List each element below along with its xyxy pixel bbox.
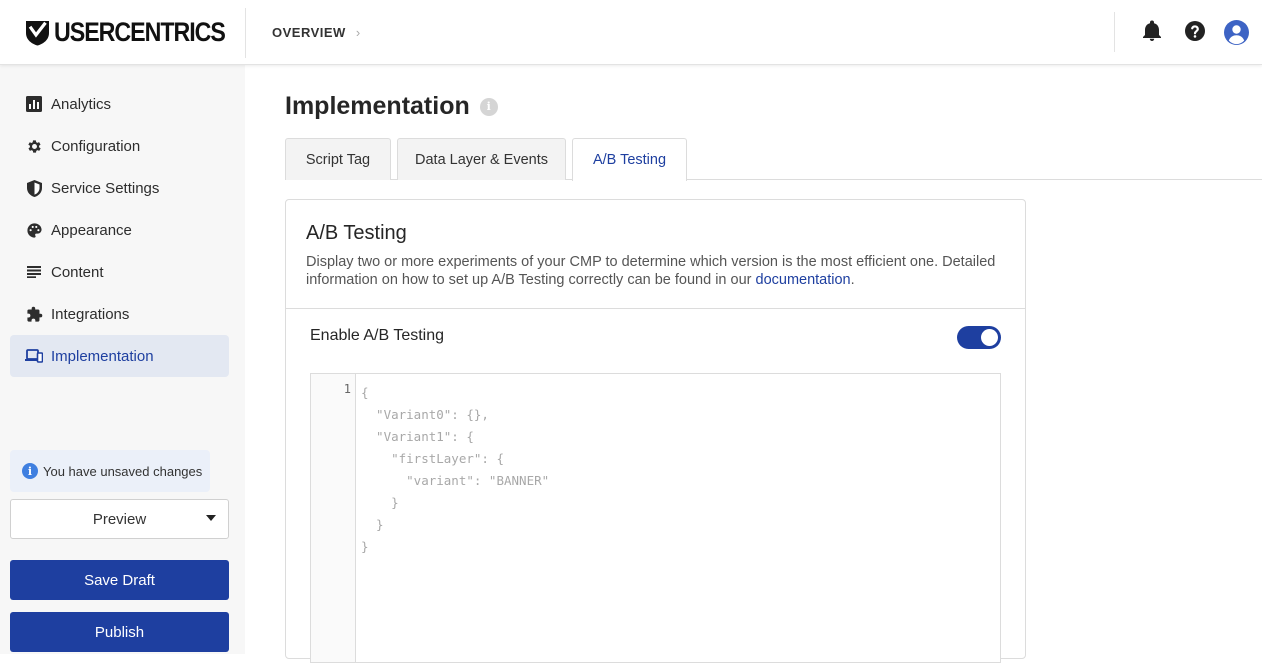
- editor-code[interactable]: { "Variant0": {}, "Variant1": { "firstLa…: [361, 382, 549, 558]
- info-icon[interactable]: i: [479, 97, 498, 116]
- tab-data-layer-events[interactable]: Data Layer & Events: [397, 138, 566, 180]
- info-icon: i: [22, 463, 38, 479]
- enable-ab-testing-toggle[interactable]: [957, 326, 1001, 349]
- divider: [286, 308, 1025, 309]
- bar-chart-icon: [25, 95, 43, 113]
- brand-name: USERCENTRICS: [54, 16, 226, 47]
- page-title: Implementation i: [285, 92, 498, 121]
- sidebar-item-label: Content: [51, 263, 104, 281]
- top-bar: USERCENTRICS OVERVIEW ›: [0, 0, 1262, 65]
- sidebar-item-label: Service Settings: [51, 179, 160, 197]
- divider: [1114, 12, 1115, 52]
- sidebar-item-analytics[interactable]: Analytics: [10, 83, 229, 125]
- devices-icon: [25, 347, 43, 365]
- unsaved-changes-text: You have unsaved changes: [43, 463, 203, 479]
- brand-logo[interactable]: USERCENTRICS: [25, 16, 253, 47]
- sidebar-item-label: Appearance: [51, 221, 132, 239]
- breadcrumb[interactable]: OVERVIEW ›: [272, 25, 361, 40]
- description-suffix: .: [850, 272, 855, 288]
- sidebar-item-service-settings[interactable]: Service Settings: [10, 167, 229, 209]
- sidebar-item-appearance[interactable]: Appearance: [10, 209, 229, 251]
- page-title-text: Implementation: [285, 92, 470, 120]
- puzzle-icon: [25, 305, 43, 323]
- save-draft-button[interactable]: Save Draft: [10, 560, 229, 600]
- user-avatar-icon[interactable]: [1224, 20, 1249, 45]
- help-icon[interactable]: [1183, 19, 1207, 43]
- shield-icon: [25, 179, 43, 197]
- lines-icon: [25, 263, 43, 281]
- breadcrumb-overview[interactable]: OVERVIEW: [272, 25, 346, 40]
- description-text: Display two or more experiments of your …: [306, 254, 996, 288]
- card-description: Display two or more experiments of your …: [306, 253, 1006, 289]
- enable-ab-testing-label: Enable A/B Testing: [310, 327, 445, 344]
- sidebar-item-label: Analytics: [51, 95, 112, 113]
- editor-gutter: 1: [311, 374, 356, 662]
- line-number: 1: [343, 382, 351, 396]
- preview-label: Preview: [92, 510, 147, 528]
- publish-button[interactable]: Publish: [10, 612, 229, 652]
- sidebar-item-label: Configuration: [51, 137, 141, 155]
- toggle-knob: [981, 329, 998, 346]
- preview-dropdown[interactable]: Preview: [10, 499, 229, 539]
- chevron-right-icon: ›: [355, 25, 361, 40]
- bell-icon[interactable]: [1140, 19, 1164, 43]
- gear-icon: [25, 137, 43, 155]
- caret-down-icon: [206, 515, 216, 521]
- card-title: A/B Testing: [306, 222, 407, 244]
- tab-ab-testing[interactable]: A/B Testing: [572, 138, 687, 181]
- sidebar-item-implementation[interactable]: Implementation: [10, 335, 229, 377]
- sidebar-item-integrations[interactable]: Integrations: [10, 293, 229, 335]
- ab-testing-card: A/B Testing Display two or more experime…: [285, 199, 1026, 663]
- sidebar-item-content[interactable]: Content: [10, 251, 229, 293]
- logo-shield-icon: [26, 20, 49, 45]
- sidebar-item-label: Implementation: [51, 347, 154, 365]
- tab-script-tag[interactable]: Script Tag: [285, 138, 391, 180]
- sidebar-item-configuration[interactable]: Configuration: [10, 125, 229, 167]
- documentation-link[interactable]: documentation: [756, 272, 851, 288]
- code-editor[interactable]: 1 { "Variant0": {}, "Variant1": { "first…: [310, 373, 1001, 663]
- sidebar: Analytics Configuration Service Settings…: [0, 65, 245, 654]
- palette-icon: [25, 221, 43, 239]
- unsaved-changes-notice: i You have unsaved changes: [10, 450, 210, 492]
- divider: [245, 8, 246, 58]
- sidebar-item-label: Integrations: [51, 305, 130, 323]
